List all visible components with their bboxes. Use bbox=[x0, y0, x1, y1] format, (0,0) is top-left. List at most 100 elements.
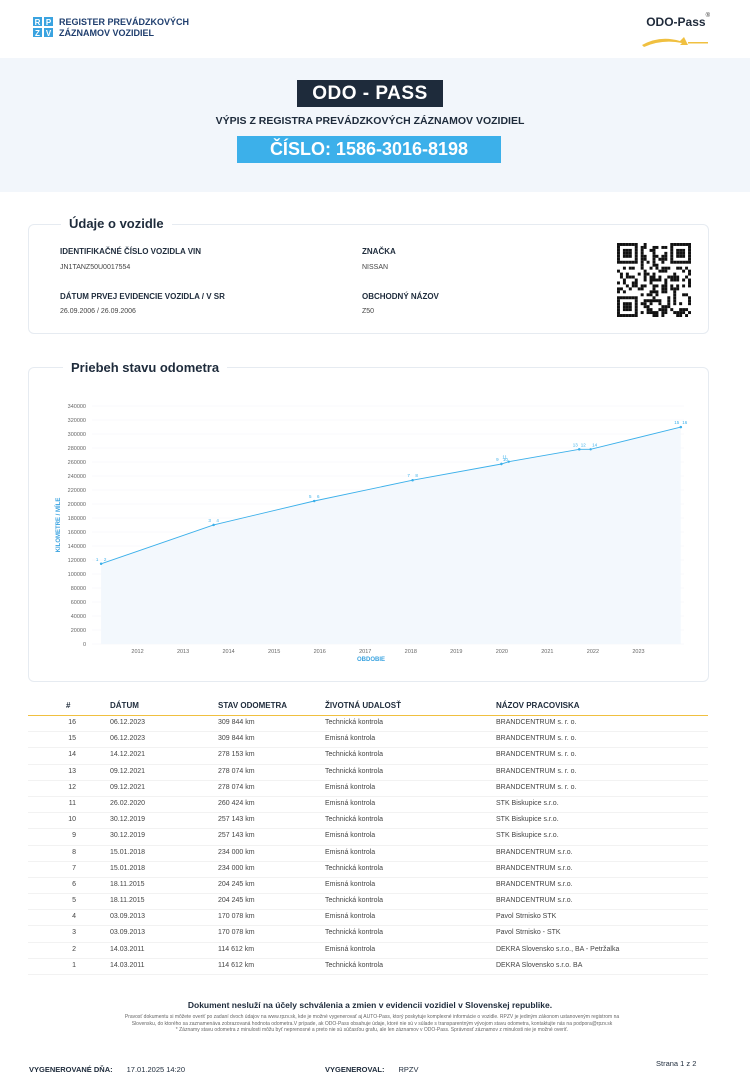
generated-by-label: VYGENEROVAL: bbox=[325, 1065, 385, 1074]
page-number: Strana 1 z 2 bbox=[656, 1059, 697, 1068]
row-odometer: 234 000 km bbox=[218, 864, 255, 872]
row-odometer: 260 424 km bbox=[218, 799, 255, 807]
row-date: 09.12.2021 bbox=[110, 767, 146, 775]
row-odometer: 309 844 km bbox=[218, 719, 255, 726]
row-station: Pavol Strnisko - STK bbox=[496, 929, 561, 937]
row-event: Technická kontrola bbox=[325, 929, 383, 937]
y-tick-label: 220000 bbox=[68, 488, 86, 494]
records-table: # DÁTUM STAV ODOMETRA ŽIVOTNÁ UDALOSŤ NÁ… bbox=[28, 700, 708, 975]
data-point-label: 1 bbox=[96, 557, 99, 562]
x-axis-label: OBDOBIE bbox=[357, 657, 385, 663]
row-odometer: 170 078 km bbox=[218, 913, 255, 921]
y-tick-label: 80000 bbox=[71, 586, 86, 592]
table-row: 2 14.03.2011 114 612 km Emisná kontrola DEKR… bbox=[28, 943, 708, 959]
row-event: Emisná kontrola bbox=[325, 880, 376, 888]
row-odometer: 309 844 km bbox=[218, 735, 255, 743]
row-number: 16 bbox=[68, 719, 76, 726]
data-point-label: 14 bbox=[592, 442, 598, 447]
logo-letter: P bbox=[43, 16, 54, 27]
vehicle-card-title: Údaje o vozidle bbox=[61, 216, 172, 231]
y-tick-label: 340000 bbox=[68, 404, 86, 410]
table-row: 10 30.12.2019 257 143 km Technická kontrola… bbox=[28, 813, 708, 830]
row-odometer: 257 143 km bbox=[218, 816, 255, 824]
data-point bbox=[212, 523, 215, 527]
row-event: Technická kontrola bbox=[325, 897, 383, 905]
row-odometer: 114 612 km bbox=[218, 945, 255, 953]
trade-name-label: OBCHODNÝ NÁZOV bbox=[362, 292, 439, 301]
row-date: 26.02.2020 bbox=[110, 799, 146, 807]
row-station: STK Biskupice s.r.o. bbox=[496, 799, 559, 807]
y-tick-label: 40000 bbox=[71, 614, 86, 620]
y-tick-label: 240000 bbox=[68, 474, 86, 480]
row-station: BRANDCENTRUM s.r.o. bbox=[496, 864, 573, 872]
data-point-label: 13 bbox=[573, 442, 579, 447]
row-number: 2 bbox=[72, 945, 76, 953]
row-date: 03.09.2013 bbox=[110, 929, 146, 937]
row-event: Emisná kontrola bbox=[325, 945, 376, 953]
rpzv-logo: R P Z V bbox=[32, 16, 54, 38]
generated-by: VYGENEROVAL: RPZV bbox=[325, 1065, 418, 1074]
row-date: 09.12.2021 bbox=[110, 783, 146, 791]
row-odometer: 114 612 km bbox=[218, 961, 255, 969]
row-number: 5 bbox=[72, 897, 76, 905]
row-event: Technická kontrola bbox=[325, 961, 383, 969]
x-tick-label: 2023 bbox=[632, 649, 644, 655]
top-header: R P Z V REGISTER PREVÁDZKOVÝCH ZÁZNAMOV … bbox=[0, 0, 750, 58]
row-odometer: 204 245 km bbox=[218, 897, 255, 905]
x-tick-label: 2015 bbox=[268, 649, 280, 655]
rpzv-title-line1: REGISTER PREVÁDZKOVÝCH bbox=[59, 17, 190, 27]
x-tick-label: 2012 bbox=[131, 649, 143, 655]
row-number: 9 bbox=[72, 832, 76, 840]
table-row: 4 03.09.2013 170 078 km Emisná kontrola Pavo… bbox=[28, 910, 708, 927]
row-event: Technická kontrola bbox=[325, 767, 383, 775]
brand-label: ZNAČKA bbox=[362, 247, 396, 256]
x-tick-label: 2019 bbox=[450, 649, 462, 655]
row-odometer: 278 074 km bbox=[218, 783, 255, 791]
col-header-odometer: STAV ODOMETRA bbox=[218, 701, 288, 710]
row-number: 11 bbox=[68, 799, 76, 807]
logo-letter: R bbox=[32, 16, 43, 27]
row-number: 6 bbox=[72, 880, 76, 888]
generated-by-value: RPZV bbox=[398, 1065, 419, 1074]
row-number: 15 bbox=[68, 735, 76, 743]
row-number: 14 bbox=[68, 751, 76, 759]
row-number: 7 bbox=[72, 864, 76, 872]
x-tick-label: 2013 bbox=[177, 649, 189, 655]
table-row: 9 30.12.2019 257 143 km Emisná kontrola STK … bbox=[28, 829, 708, 846]
row-number: 12 bbox=[68, 783, 76, 791]
col-header-event: ŽIVOTNÁ UDALOSŤ bbox=[325, 701, 401, 710]
row-station: STK Biskupice s.r.o. bbox=[496, 832, 559, 840]
y-tick-label: 280000 bbox=[68, 446, 86, 452]
row-station: BRANDCENTRUM s. r. o. bbox=[496, 767, 577, 775]
data-point-label: 4 bbox=[216, 518, 219, 523]
x-tick-label: 2017 bbox=[359, 649, 371, 655]
odo-logo-reg: ® bbox=[705, 13, 710, 19]
table-row: 15 06.12.2023 309 844 km Emisná kontrola BRA… bbox=[28, 732, 708, 749]
data-point bbox=[589, 448, 592, 451]
table-row: 7 15.01.2018 234 000 km Technická kontrola B… bbox=[28, 862, 708, 878]
generated-date-value: 17.01.2025 14:20 bbox=[126, 1065, 186, 1074]
row-event: Emisná kontrola bbox=[325, 735, 376, 743]
data-point-label: 6 bbox=[317, 494, 320, 499]
rpzv-title: REGISTER PREVÁDZKOVÝCH ZÁZNAMOV VOZIDIEL bbox=[59, 17, 199, 39]
table-row: 16 06.12.2023 309 844 km Technická kontrola… bbox=[28, 716, 708, 733]
col-header-date: DÁTUM bbox=[110, 701, 139, 710]
y-tick-label: 20000 bbox=[71, 628, 86, 634]
y-tick-label: 100000 bbox=[68, 572, 86, 578]
row-event: Emisná kontrola bbox=[325, 783, 376, 791]
row-date: 14.12.2021 bbox=[110, 751, 146, 759]
row-station: BRANDCENTRUM s. r. o. bbox=[496, 783, 577, 791]
table-row: 6 18.11.2015 204 245 km Emisná kontrola BRAN… bbox=[28, 878, 708, 895]
odometer-chart-card: Priebeh stavu odometra 0 20000 40000 60000 8… bbox=[28, 360, 709, 682]
disclaimer-text: Pravosť dokumentu si môžete overiť po za… bbox=[32, 1014, 712, 1034]
first-registration-value: 26.09.2006 / 26.09.2006 bbox=[60, 308, 136, 315]
data-point-label: 9 bbox=[496, 457, 499, 462]
row-station: BRANDCENTRUM s. r. o. bbox=[496, 735, 577, 743]
odometer-chart: 0 20000 40000 60000 80000 100000 120000 140000 1… bbox=[54, 404, 688, 663]
document-subtitle: VÝPIS Z REGISTRA PREVÁDZKOVÝCH ZÁZNAMOV … bbox=[215, 115, 525, 127]
odo-pass-badge: ODO - PASS bbox=[297, 80, 443, 107]
data-point bbox=[411, 479, 414, 482]
logo-letter: Z bbox=[32, 27, 43, 38]
table-row: 1 14.03.2011 114 612 km Technická kontrola D… bbox=[28, 959, 708, 975]
row-odometer: 170 078 km bbox=[218, 929, 255, 937]
